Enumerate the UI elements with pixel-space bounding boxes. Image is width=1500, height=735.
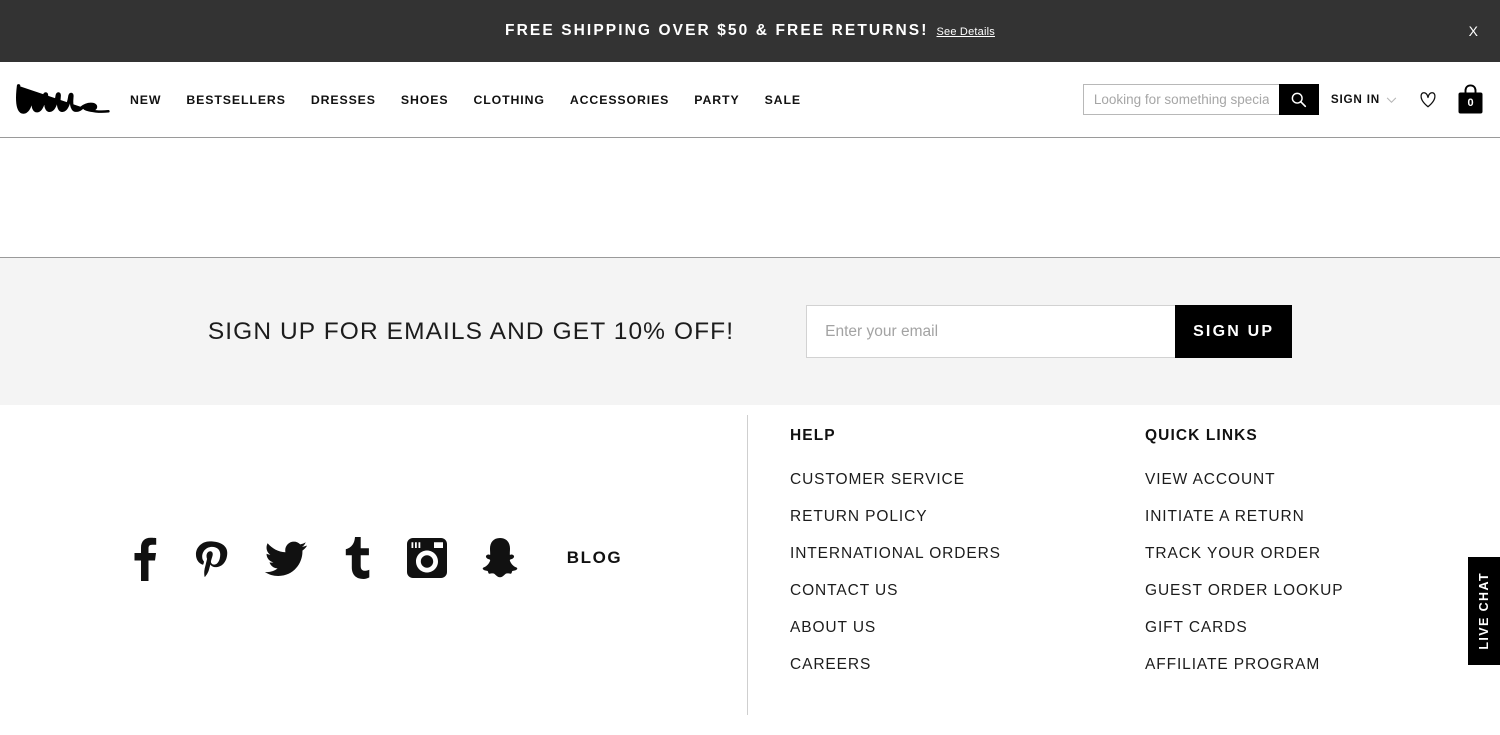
nav-item-dresses[interactable]: DRESSES	[311, 93, 376, 107]
footer-link-columns: HELP CUSTOMER SERVICE RETURN POLICY INTE…	[745, 405, 1500, 735]
sign-in-button[interactable]: SIGN IN	[1331, 91, 1397, 109]
footer-link-careers[interactable]: CAREERS	[790, 656, 1145, 674]
site-footer: BLOG HELP CUSTOMER SERVICE RETURN POLICY…	[0, 405, 1500, 735]
pinterest-icon[interactable]	[193, 534, 233, 582]
live-chat-label: LIVE CHAT	[1477, 572, 1491, 650]
footer-link-international-orders[interactable]: INTERNATIONAL ORDERS	[790, 545, 1145, 563]
newsletter-form: SIGN UP	[806, 305, 1293, 358]
nav-item-party[interactable]: PARTY	[694, 93, 739, 107]
heart-icon	[1420, 91, 1436, 107]
footer-column-title: HELP	[790, 427, 836, 444]
search-button[interactable]	[1278, 84, 1319, 115]
promo-banner: FREE SHIPPING OVER $50 & FREE RETURNS! S…	[0, 0, 1500, 62]
main-navigation: NEW BESTSELLERS DRESSES SHOES CLOTHING A…	[130, 93, 801, 107]
nav-item-new[interactable]: NEW	[130, 93, 161, 107]
search-input[interactable]	[1082, 84, 1279, 115]
footer-column-title: QUICK LINKS	[1145, 427, 1258, 444]
footer-link-initiate-a-return[interactable]: INITIATE A RETURN	[1145, 508, 1500, 526]
page-content-area	[0, 138, 1500, 258]
sign-up-button[interactable]: SIGN UP	[1175, 305, 1293, 358]
twitter-icon[interactable]	[263, 534, 311, 582]
footer-link-view-account[interactable]: VIEW ACCOUNT	[1145, 471, 1500, 489]
footer-link-gift-cards[interactable]: GIFT CARDS	[1145, 619, 1500, 637]
search-bar	[1082, 84, 1319, 115]
footer-column-quick-links: QUICK LINKS VIEW ACCOUNT INITIATE A RETU…	[1145, 427, 1500, 735]
email-field[interactable]	[806, 305, 1176, 358]
nav-item-clothing[interactable]: CLOTHING	[473, 93, 544, 107]
chevron-down-icon	[1386, 91, 1397, 109]
footer-column-help: HELP CUSTOMER SERVICE RETURN POLICY INTE…	[790, 427, 1145, 735]
nav-item-bestsellers[interactable]: BESTSELLERS	[186, 93, 285, 107]
lulus-logo[interactable]	[12, 79, 116, 121]
tumblr-icon[interactable]	[341, 534, 375, 582]
search-icon	[1292, 92, 1307, 108]
site-header: NEW BESTSELLERS DRESSES SHOES CLOTHING A…	[0, 62, 1500, 138]
nav-item-shoes[interactable]: SHOES	[401, 93, 449, 107]
newsletter-headline: SIGN UP FOR EMAILS AND GET 10% OFF!	[207, 317, 735, 345]
facebook-icon[interactable]	[123, 534, 163, 582]
newsletter-signup-section: SIGN UP FOR EMAILS AND GET 10% OFF! SIGN…	[0, 258, 1500, 405]
footer-link-affiliate-program[interactable]: AFFILIATE PROGRAM	[1145, 656, 1500, 674]
footer-link-contact-us[interactable]: CONTACT US	[790, 582, 1145, 600]
header-actions: SIGN IN 0	[1082, 62, 1484, 137]
nav-item-sale[interactable]: SALE	[765, 93, 801, 107]
social-links: BLOG	[0, 405, 745, 735]
close-icon[interactable]: X	[1463, 20, 1484, 42]
nav-item-accessories[interactable]: ACCESSORIES	[570, 93, 669, 107]
live-chat-tab[interactable]: LIVE CHAT	[1468, 557, 1500, 665]
shopping-bag-icon	[1458, 84, 1483, 114]
wishlist-button[interactable]	[1417, 89, 1439, 111]
footer-link-guest-order-lookup[interactable]: GUEST ORDER LOOKUP	[1145, 582, 1500, 600]
snapchat-icon[interactable]	[479, 534, 521, 582]
blog-link[interactable]: BLOG	[567, 548, 623, 568]
footer-link-track-your-order[interactable]: TRACK YOUR ORDER	[1145, 545, 1500, 563]
footer-link-customer-service[interactable]: CUSTOMER SERVICE	[790, 471, 1145, 489]
see-details-link[interactable]: See Details	[937, 26, 995, 38]
shopping-bag-button[interactable]: 0	[1457, 84, 1484, 115]
sign-in-label: SIGN IN	[1330, 93, 1380, 106]
footer-link-about-us[interactable]: ABOUT US	[790, 619, 1145, 637]
footer-divider	[747, 415, 748, 715]
promo-message: FREE SHIPPING OVER $50 & FREE RETURNS!	[505, 22, 929, 39]
footer-link-return-policy[interactable]: RETURN POLICY	[790, 508, 1145, 526]
instagram-icon[interactable]	[405, 534, 449, 582]
